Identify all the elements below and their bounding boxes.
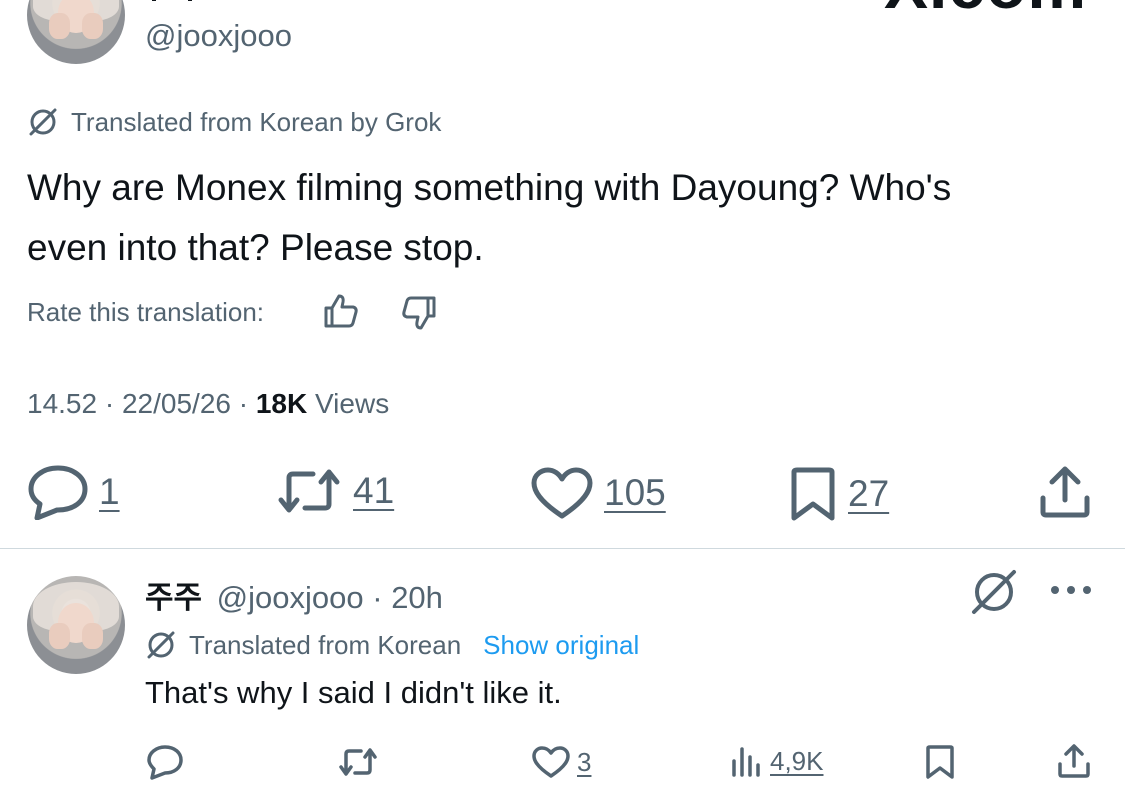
reply-translation-note: Translated from Korean Show original xyxy=(145,629,639,661)
reply-views-count[interactable]: 4,9K xyxy=(770,746,824,777)
translation-note-text: Translated from Korean by Grok xyxy=(71,106,442,137)
author-handle[interactable]: @jooxjooo xyxy=(145,18,292,54)
show-original-link[interactable]: Show original xyxy=(483,630,639,661)
more-icon xyxy=(1048,586,1094,604)
bookmark-count[interactable]: 27 xyxy=(848,473,889,515)
tweet-meta: 14.52 · 22/05/26 · 18K Views xyxy=(27,388,390,419)
reply-icon xyxy=(146,745,184,784)
reply-like-button[interactable]: 3 xyxy=(531,745,591,779)
reply-icon xyxy=(27,464,89,520)
thumbs-down-icon xyxy=(400,296,438,336)
reply-count[interactable]: 1 xyxy=(99,471,120,513)
repost-icon xyxy=(337,748,379,782)
like-button[interactable]: 105 xyxy=(530,466,666,520)
share-icon xyxy=(1057,744,1091,783)
repost-count[interactable]: 41 xyxy=(353,470,394,512)
reply-header: 주주 @jooxjooo · 20h xyxy=(145,580,443,615)
grok-translate-button[interactable] xyxy=(968,568,1020,621)
reply-display-name[interactable]: 주주 xyxy=(145,580,202,615)
bookmark-button[interactable]: 27 xyxy=(788,466,889,522)
share-button[interactable] xyxy=(1038,464,1092,525)
cropped-display-name xyxy=(148,0,204,2)
tweet-date[interactable]: 22/05/26 xyxy=(122,388,231,419)
tweet-text-line: Why are Monex filming something with Day… xyxy=(27,167,952,208)
reply-button[interactable]: 1 xyxy=(27,464,120,520)
reply-avatar[interactable] xyxy=(27,576,125,674)
grok-icon xyxy=(145,629,177,661)
bookmark-icon xyxy=(788,466,838,522)
reply-reply-button[interactable] xyxy=(146,744,184,785)
thumbs-up-icon xyxy=(322,294,360,334)
tweet-time[interactable]: 14.52 xyxy=(27,388,97,419)
reply-bookmark-button[interactable] xyxy=(924,744,956,785)
divider xyxy=(0,548,1125,549)
views-icon xyxy=(730,745,764,777)
grok-icon xyxy=(968,570,1020,620)
rate-translation-label: Rate this translation: xyxy=(27,297,265,327)
like-icon xyxy=(530,466,594,520)
thumbs-up-button[interactable] xyxy=(322,292,360,335)
watermark-logo: X.com xyxy=(884,0,1087,18)
avatar[interactable] xyxy=(27,0,125,64)
thumbs-down-button[interactable] xyxy=(400,294,438,337)
tweet-text-line: even into that? Please stop. xyxy=(27,227,484,268)
repost-icon xyxy=(275,466,343,516)
views-count: 18K xyxy=(255,388,308,419)
reply-age[interactable]: 20h xyxy=(391,580,443,615)
reply-views-button[interactable]: 4,9K xyxy=(730,745,824,777)
share-icon xyxy=(1038,466,1092,524)
translation-note: Translated from Korean by Grok xyxy=(27,106,441,138)
reply-like-count[interactable]: 3 xyxy=(577,747,591,778)
reply-share-button[interactable] xyxy=(1057,743,1091,784)
reply-handle[interactable]: @jooxjooo xyxy=(217,580,364,615)
tweet-text: Why are Monex filming something with Day… xyxy=(27,158,1107,278)
grok-icon xyxy=(27,106,59,138)
more-button[interactable] xyxy=(1048,580,1094,605)
like-icon xyxy=(531,745,571,779)
reply-translation-text: Translated from Korean xyxy=(189,629,462,660)
views-label: Views xyxy=(315,388,390,419)
repost-button[interactable]: 41 xyxy=(275,466,394,516)
reply-text: That's why I said I didn't like it. xyxy=(145,675,562,710)
like-count[interactable]: 105 xyxy=(604,472,666,514)
reply-repost-button[interactable] xyxy=(337,746,379,783)
bookmark-icon xyxy=(924,745,956,784)
